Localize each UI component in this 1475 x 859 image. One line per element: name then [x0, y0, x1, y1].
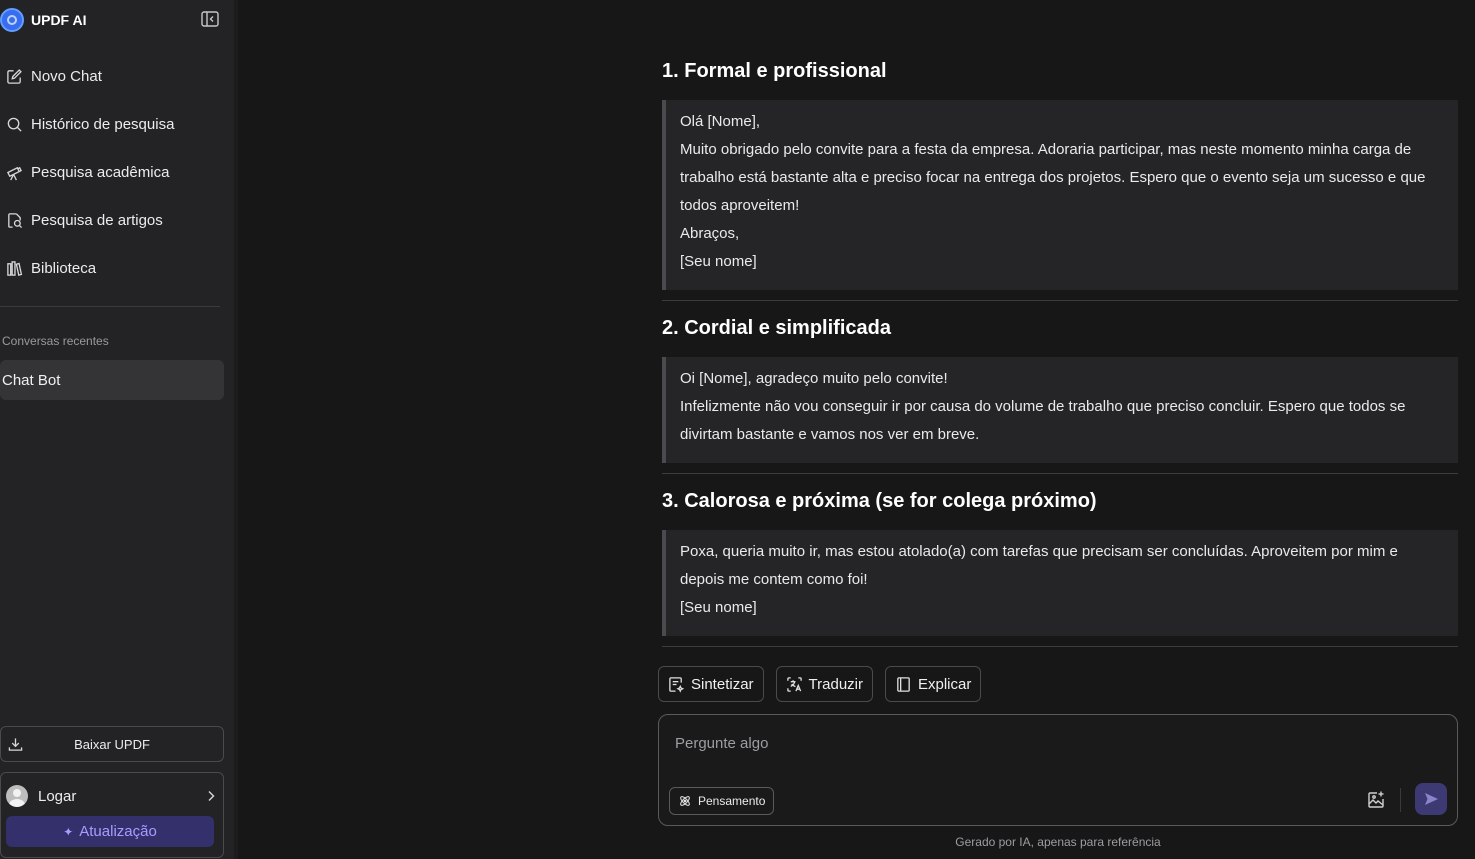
brand[interactable]: UPDF AI — [0, 8, 86, 32]
quick-actions: Sintetizar Traduzir Explicar — [658, 666, 982, 702]
quote-line: depois me contem como foi! — [680, 571, 868, 588]
recent-conversations-title: Conversas recentes — [2, 334, 109, 348]
sidebar-item-label: Histórico de pesquisa — [31, 115, 175, 133]
thinking-toggle[interactable]: Pensamento — [669, 787, 775, 815]
section-divider — [662, 300, 1458, 301]
quote-line: [Seu nome] — [680, 253, 757, 270]
send-icon — [1425, 793, 1438, 805]
download-updf-button[interactable]: Baixar UPDF — [0, 726, 224, 762]
sidebar-item-academic-search[interactable]: Pesquisa acadêmica — [0, 148, 234, 196]
reply-quote-3: Poxa, queria muito ir, mas estou atolado… — [662, 530, 1458, 636]
upgrade-label: Atualização — [79, 823, 157, 840]
reply-quote-2: Oi [Nome], agradeço muito pelo convite! … — [662, 357, 1458, 463]
explain-button[interactable]: Explicar — [885, 666, 982, 702]
section-divider — [662, 646, 1458, 647]
sidebar-divider — [0, 306, 220, 307]
upgrade-button[interactable]: ✦ Atualização — [6, 816, 214, 847]
download-label: Baixar UPDF — [74, 736, 150, 752]
library-icon — [7, 260, 23, 276]
sidebar-edge[interactable] — [234, 0, 238, 859]
avatar — [6, 785, 28, 807]
quote-line: Olá [Nome], — [680, 113, 761, 130]
section-divider — [662, 473, 1458, 474]
sparkle-icon: ✦ — [63, 824, 74, 839]
sidebar-item-article-search[interactable]: Pesquisa de artigos — [0, 196, 234, 244]
sidebar-item-label: Biblioteca — [31, 259, 97, 277]
search-icon — [7, 117, 22, 132]
brand-name: UPDF AI — [31, 12, 87, 28]
login-label: Logar — [38, 787, 77, 805]
translate-button[interactable]: Traduzir — [775, 666, 873, 702]
explain-label: Explicar — [918, 675, 972, 693]
sidebar-nav: Novo Chat Histórico de pesquisa Pesquisa… — [0, 52, 234, 292]
summarize-icon — [669, 676, 685, 693]
sidebar-item-label: Pesquisa acadêmica — [31, 163, 170, 181]
thinking-label: Pensamento — [698, 794, 766, 808]
quote-line: todos aproveitem! — [680, 197, 800, 214]
quote-line: Oi [Nome], agradeço muito pelo convite! — [680, 370, 948, 387]
add-image-icon[interactable] — [1366, 790, 1386, 810]
telescope-icon — [7, 166, 22, 180]
atom-icon — [680, 796, 690, 806]
translate-icon — [786, 676, 802, 692]
chat-input[interactable] — [675, 732, 1375, 754]
user-panel: Logar ✦ Atualização — [0, 772, 224, 858]
quote-line: Poxa, queria muito ir, mas estou atolado… — [680, 543, 1398, 560]
reply-quote-1: Olá [Nome], Muito obrigado pelo convite … — [662, 100, 1458, 290]
sidebar-collapse-icon[interactable] — [201, 11, 219, 27]
input-separator — [1400, 788, 1401, 812]
download-icon — [8, 738, 23, 751]
sidebar-item-library[interactable]: Biblioteca — [0, 244, 234, 292]
sidebar: UPDF AI Novo Chat Histórico de pesquisa … — [0, 0, 234, 859]
summarize-label: Sintetizar — [691, 675, 754, 693]
sidebar-item-new-chat[interactable]: Novo Chat — [0, 52, 234, 100]
section-title-3: 3. Calorosa e próxima (se for colega pró… — [662, 490, 1097, 512]
chevron-right-icon — [208, 791, 215, 801]
translate-label: Traduzir — [808, 675, 863, 693]
quote-line: Abraços, — [680, 225, 740, 242]
quote-line: [Seu nome] — [680, 599, 757, 616]
edit-icon — [7, 68, 22, 84]
quote-line: divirtam bastante e vamos nos ver em bre… — [680, 426, 980, 443]
send-button[interactable] — [1415, 783, 1447, 815]
document-search-icon — [8, 212, 23, 228]
ai-disclaimer: Gerado por IA, apenas para referência — [955, 835, 1161, 849]
book-icon — [897, 676, 910, 692]
chat-input-box: Pensamento — [658, 714, 1458, 826]
section-title-1: 1. Formal e profissional — [662, 60, 887, 82]
updf-logo-icon — [0, 8, 24, 32]
login-row[interactable]: Logar — [6, 785, 216, 807]
section-title-2: 2. Cordial e simplificada — [662, 317, 891, 339]
sidebar-item-label: Pesquisa de artigos — [31, 211, 163, 229]
sidebar-item-label: Novo Chat — [31, 67, 102, 85]
quote-line: Muito obrigado pelo convite para a festa… — [680, 141, 1412, 158]
summarize-button[interactable]: Sintetizar — [658, 666, 764, 702]
recent-conversation-item[interactable]: Chat Bot — [0, 360, 224, 400]
sidebar-item-search-history[interactable]: Histórico de pesquisa — [0, 100, 234, 148]
quote-line: trabalho está bastante alta e preciso fo… — [680, 169, 1426, 186]
quote-line: Infelizmente não vou conseguir ir por ca… — [680, 398, 1406, 415]
